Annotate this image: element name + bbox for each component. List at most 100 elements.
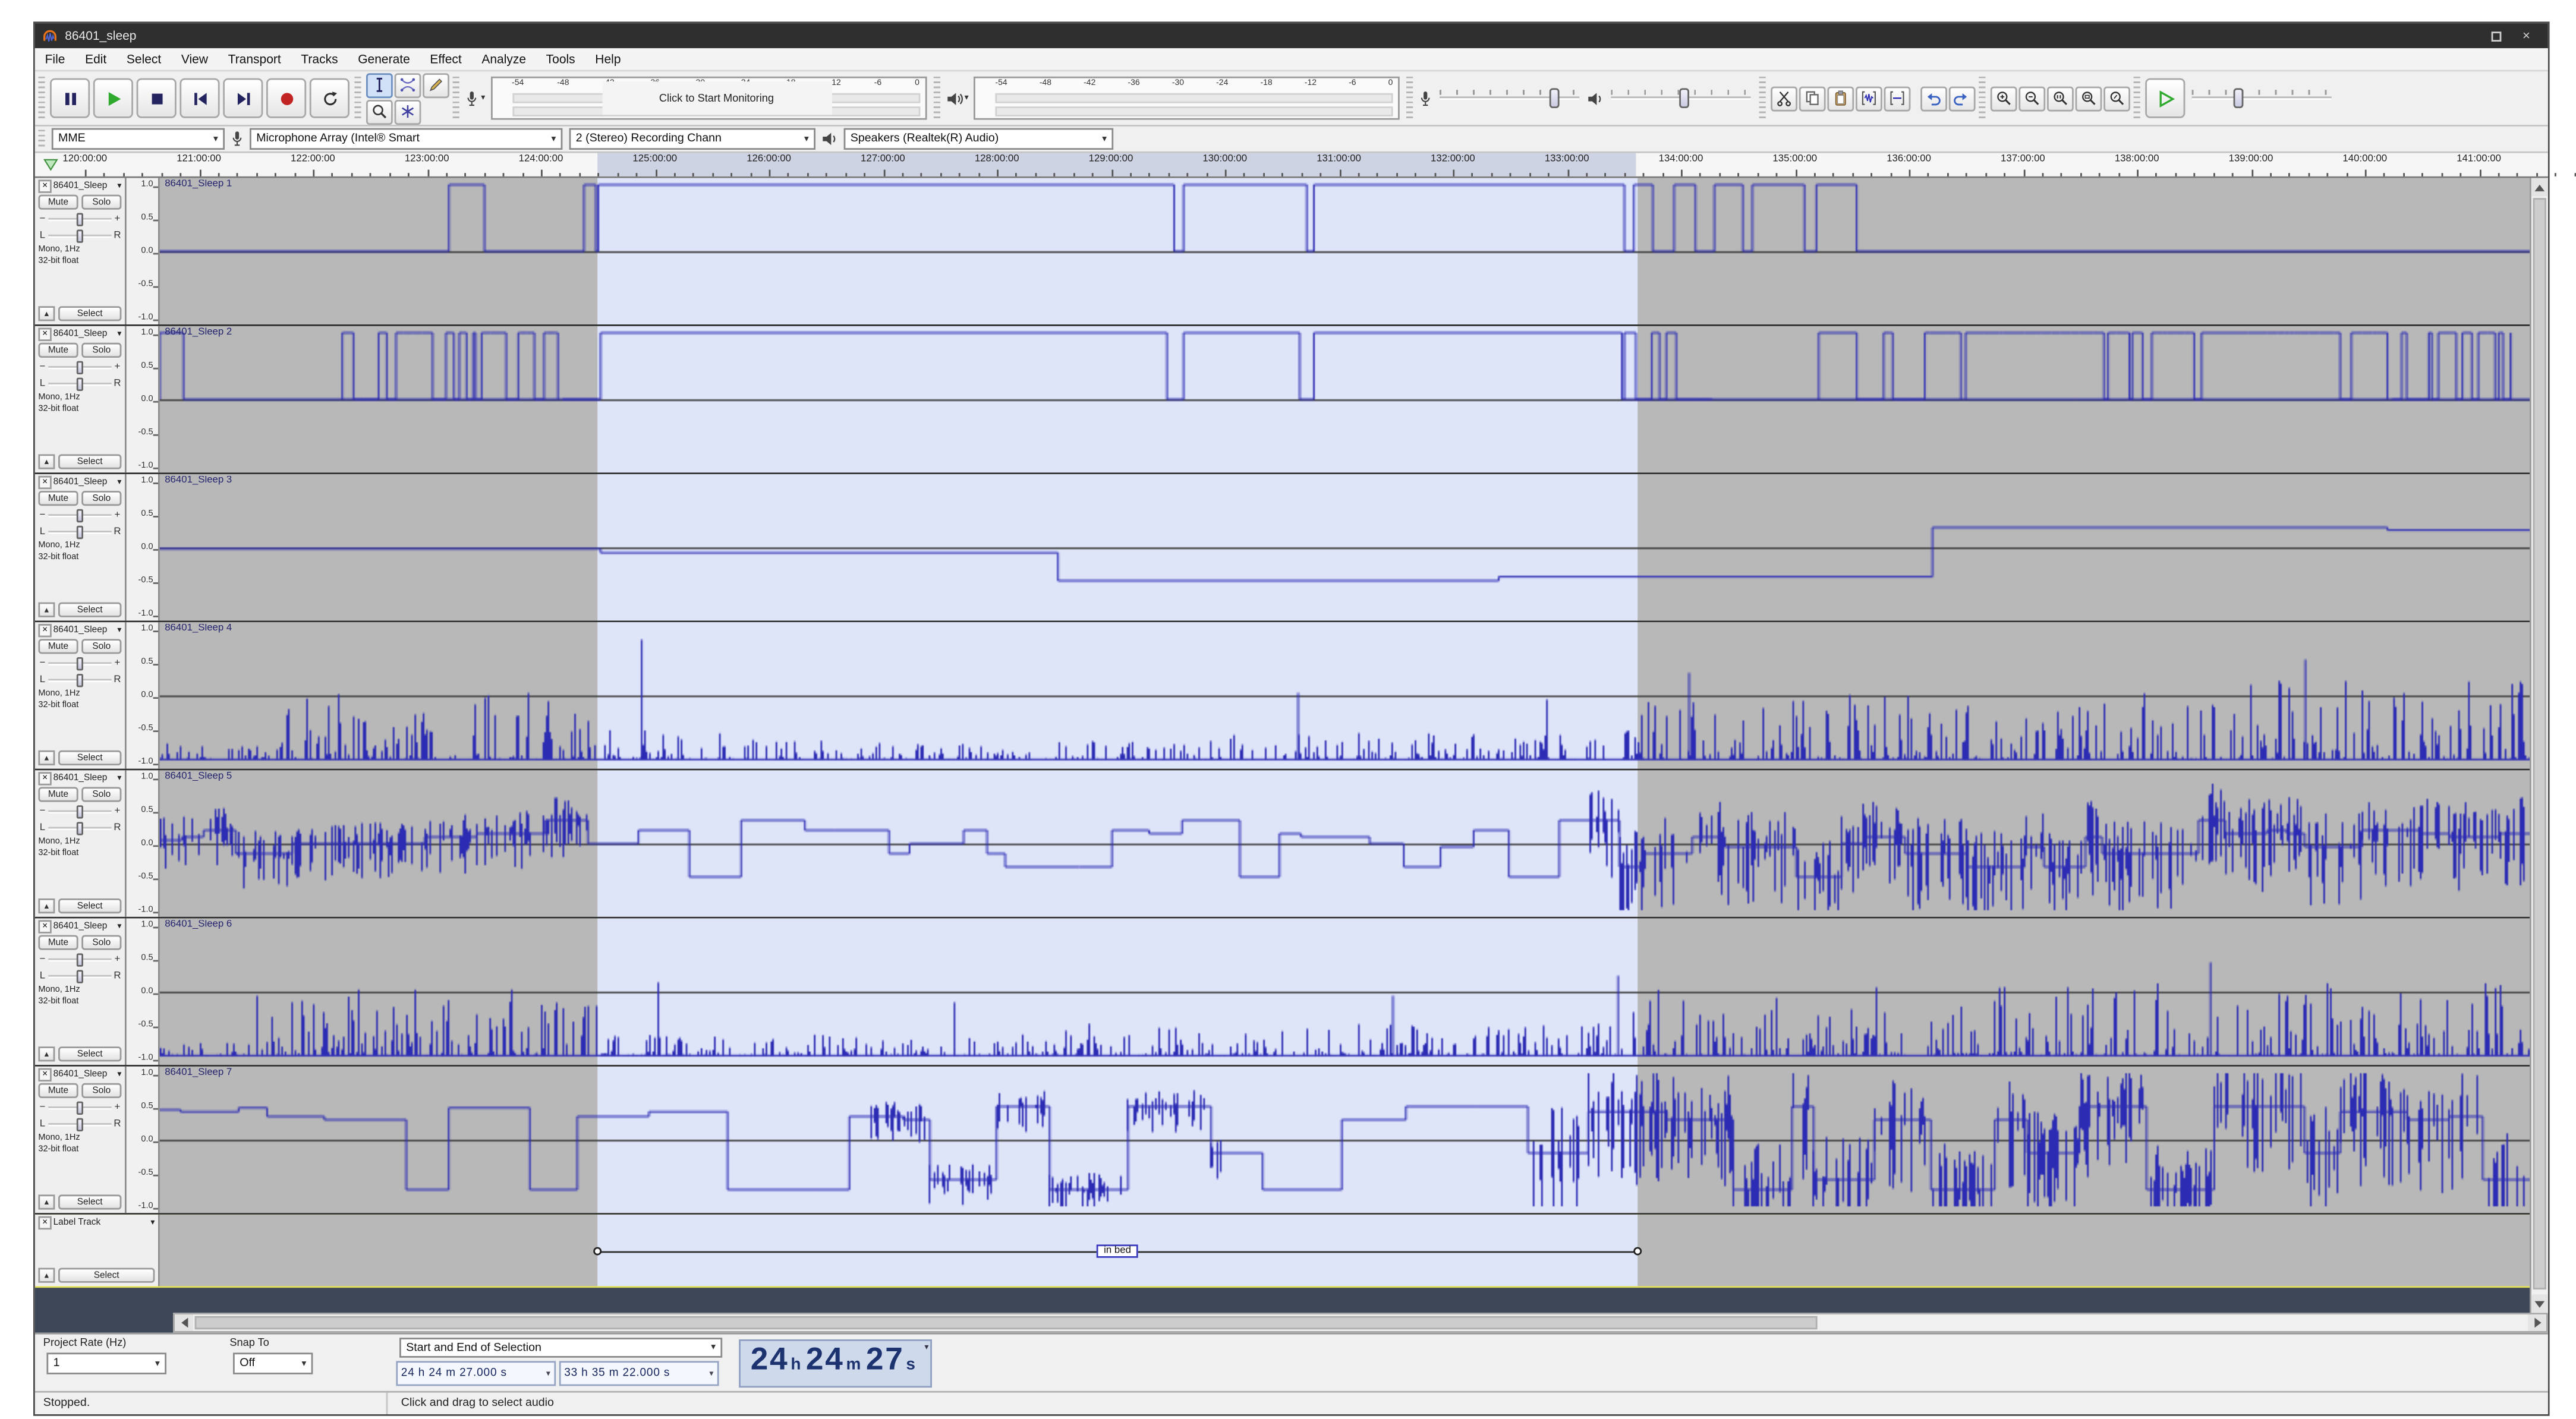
selection-mode-select[interactable]: Start and End of Selection▾ xyxy=(399,1338,722,1358)
zoom-selection-button[interactable] xyxy=(2046,86,2073,111)
mute-button[interactable]: Mute xyxy=(38,195,78,210)
waveform-canvas[interactable] xyxy=(160,1067,2530,1213)
collapse-button[interactable]: ▲ xyxy=(38,898,55,913)
menu-effect[interactable]: Effect xyxy=(420,48,472,70)
play-button[interactable] xyxy=(93,78,133,118)
select-button[interactable]: Select xyxy=(58,1194,121,1209)
solo-button[interactable]: Solo xyxy=(81,195,121,210)
solo-button[interactable]: Solo xyxy=(81,343,121,358)
pan-slider[interactable]: L R xyxy=(38,1118,121,1131)
menu-view[interactable]: View xyxy=(171,48,218,70)
toolbar-grip[interactable] xyxy=(1759,77,1766,120)
mute-button[interactable]: Mute xyxy=(38,1083,78,1098)
collapse-button[interactable]: ▲ xyxy=(38,1046,55,1061)
pan-slider[interactable]: L R xyxy=(38,229,121,242)
mute-button[interactable]: Mute xyxy=(38,935,78,950)
waveform-area[interactable]: 86401_Sleep 6 xyxy=(160,919,2533,1065)
pan-slider[interactable]: L R xyxy=(38,970,121,983)
recording-volume-slider[interactable] xyxy=(1440,87,1579,110)
solo-button[interactable]: Solo xyxy=(81,787,121,802)
pan-slider-thumb[interactable] xyxy=(77,674,83,687)
zoom-tool-button[interactable] xyxy=(366,99,392,124)
paste-button[interactable] xyxy=(1826,86,1853,111)
track-name-menu[interactable]: 86401_Sleep ▾ xyxy=(53,181,122,191)
solo-button[interactable]: Solo xyxy=(81,935,121,950)
gain-slider-thumb[interactable] xyxy=(77,953,83,966)
toolbar-grip[interactable] xyxy=(38,129,45,149)
collapse-button[interactable]: ▲ xyxy=(38,1194,55,1209)
playback-meter[interactable]: -54-48-42-36-30-24-18-12-60 xyxy=(974,77,1400,120)
skip-to-end-button[interactable] xyxy=(223,78,263,118)
pan-slider-thumb[interactable] xyxy=(77,378,83,391)
selection-tool-button[interactable] xyxy=(366,72,392,97)
horizontal-scroll-thumb[interactable] xyxy=(195,1316,1818,1329)
pan-slider-thumb[interactable] xyxy=(77,1118,83,1131)
vertical-scrollbar[interactable] xyxy=(2530,178,2548,1313)
snap-to-select[interactable]: Off▾ xyxy=(233,1352,313,1374)
zoom-in-button[interactable] xyxy=(1989,86,2016,111)
menu-tracks[interactable]: Tracks xyxy=(291,48,348,70)
toolbar-grip[interactable] xyxy=(1406,77,1413,120)
skip-to-start-button[interactable] xyxy=(179,78,219,118)
close-button[interactable]: × xyxy=(2511,23,2541,48)
solo-button[interactable]: Solo xyxy=(81,491,121,506)
waveform-canvas[interactable] xyxy=(160,474,2530,620)
label-start-handle[interactable] xyxy=(593,1246,602,1254)
track-name-menu[interactable]: Label Track ▾ xyxy=(53,1218,155,1228)
track-close-button[interactable]: × xyxy=(38,1216,51,1229)
undo-button[interactable] xyxy=(1920,86,1947,111)
toolbar-grip[interactable] xyxy=(453,77,459,120)
pan-slider-thumb[interactable] xyxy=(77,970,83,983)
collapse-button[interactable]: ▲ xyxy=(38,603,55,617)
gain-slider[interactable]: − + xyxy=(38,657,121,670)
vertical-scale-ruler[interactable]: 1.00.50.0-0.5-1.0 xyxy=(127,770,160,916)
select-button[interactable]: Select xyxy=(58,454,121,469)
label-end-handle[interactable] xyxy=(1633,1246,1642,1254)
scroll-down-arrow[interactable] xyxy=(2531,1294,2548,1313)
label-text[interactable]: in bed xyxy=(1097,1244,1138,1257)
trim-audio-button[interactable] xyxy=(1855,86,1882,111)
mute-button[interactable]: Mute xyxy=(38,787,78,802)
collapse-button[interactable]: ▲ xyxy=(38,1268,55,1283)
vertical-scale-ruler[interactable]: 1.00.50.0-0.5-1.0 xyxy=(127,474,160,620)
loop-button[interactable] xyxy=(310,78,349,118)
play-meter-speaker-icon[interactable]: ▾ xyxy=(944,89,969,108)
solo-button[interactable]: Solo xyxy=(81,1083,121,1098)
pan-slider-thumb[interactable] xyxy=(77,822,83,835)
envelope-tool-button[interactable] xyxy=(393,72,420,97)
toolbar-grip[interactable] xyxy=(933,77,939,120)
select-button[interactable]: Select xyxy=(58,306,121,321)
vertical-scroll-thumb[interactable] xyxy=(2533,198,2546,1289)
track-name-menu[interactable]: 86401_Sleep ▾ xyxy=(53,626,122,636)
waveform-area[interactable]: 86401_Sleep 7 xyxy=(160,1067,2533,1213)
vertical-scale-ruler[interactable]: 1.00.50.0-0.5-1.0 xyxy=(127,1067,160,1213)
gain-slider-thumb[interactable] xyxy=(77,213,83,226)
record-button[interactable] xyxy=(266,78,306,118)
record-meter-mic-icon[interactable]: ▾ xyxy=(464,89,485,108)
vertical-scale-ruler[interactable]: 1.00.50.0-0.5-1.0 xyxy=(127,326,160,472)
select-button[interactable]: Select xyxy=(58,1046,121,1061)
recording-volume-thumb[interactable] xyxy=(1550,88,1560,108)
gain-slider[interactable]: − + xyxy=(38,213,121,226)
recording-channels-select[interactable]: 2 (Stereo) Recording Chann▾ xyxy=(569,128,815,150)
toolbar-grip[interactable] xyxy=(38,77,45,120)
silence-audio-button[interactable] xyxy=(1883,86,1910,111)
recording-meter[interactable]: -54-48-42-36-30-24-18-12-60 Click to Sta… xyxy=(490,77,927,120)
pause-button[interactable] xyxy=(50,78,90,118)
gain-slider[interactable]: − + xyxy=(38,509,121,522)
play-speed-slider[interactable] xyxy=(2192,87,2332,110)
chevron-down-icon[interactable]: ▾ xyxy=(924,1342,928,1352)
playback-device-select[interactable]: Speakers (Realtek(R) Audio)▾ xyxy=(844,128,1114,150)
menu-help[interactable]: Help xyxy=(585,48,631,70)
scroll-up-arrow[interactable] xyxy=(2531,178,2548,197)
playback-volume-thumb[interactable] xyxy=(1679,88,1689,108)
select-button[interactable]: Select xyxy=(58,603,121,617)
track-name-menu[interactable]: 86401_Sleep ▾ xyxy=(53,922,122,932)
collapse-button[interactable]: ▲ xyxy=(38,454,55,469)
waveform-canvas[interactable] xyxy=(160,770,2530,916)
selection-start-field[interactable]: 24 h 24 m 27.000 s▾ xyxy=(396,1361,556,1386)
timeline-ruler[interactable]: 120:00:00121:00:00122:00:00123:00:00124:… xyxy=(35,153,2548,178)
track-name-menu[interactable]: 86401_Sleep ▾ xyxy=(53,478,122,488)
gain-slider-thumb[interactable] xyxy=(77,509,83,522)
waveform-canvas[interactable] xyxy=(160,622,2530,768)
